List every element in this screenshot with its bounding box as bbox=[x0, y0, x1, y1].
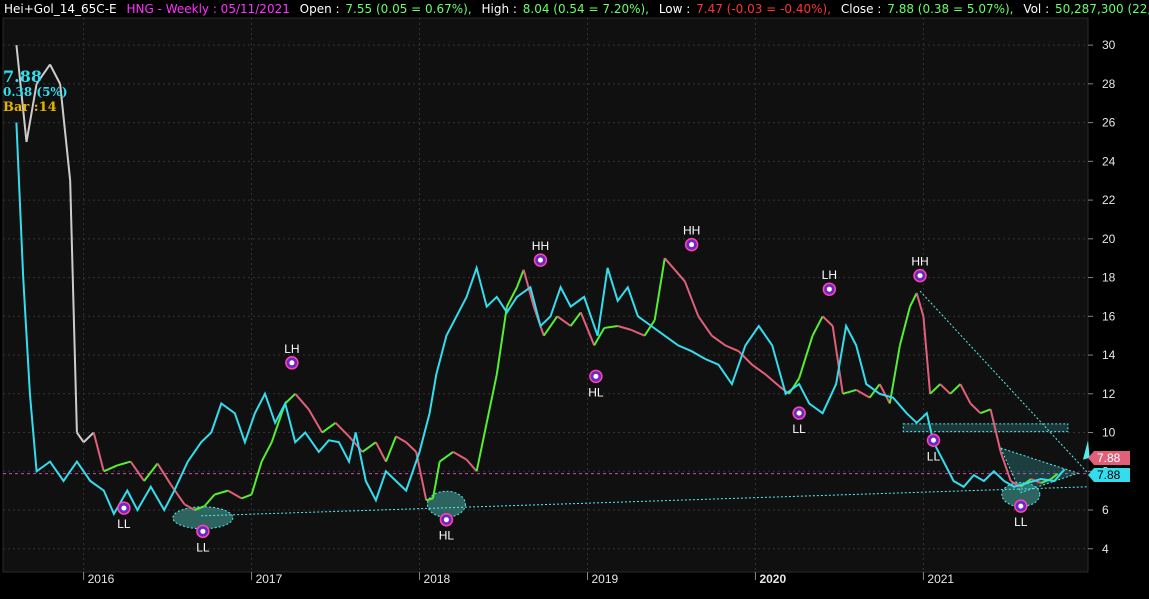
header-high-value: 8.04 (0.54 = 7.20%), bbox=[523, 2, 649, 16]
stock-chart[interactable]: LLLLLHHLHHHLHHLLLHHHLLLL 468101214161820… bbox=[0, 0, 1149, 599]
y-tick-label: 28 bbox=[1102, 77, 1116, 91]
header-low-label: Low : bbox=[659, 2, 691, 16]
x-axis: 2016 2017 2018 2019 2020 2021 bbox=[83, 572, 954, 586]
swing-label: HH bbox=[911, 255, 928, 269]
swing-label: HL bbox=[439, 529, 455, 543]
x-tick-label: 2021 bbox=[927, 572, 954, 586]
y-tick-label: 30 bbox=[1102, 38, 1116, 52]
x-tick-label: 2020 bbox=[759, 572, 786, 586]
swing-label: LH bbox=[284, 342, 299, 356]
y-tick-label: 4 bbox=[1102, 542, 1109, 556]
chart-header: Hei+Gol_14_65C-E HNG - Weekly : 05/11/20… bbox=[4, 2, 1149, 16]
swing-point-dot bbox=[537, 257, 543, 263]
swing-point-dot bbox=[121, 505, 127, 511]
x-tick-label: 2017 bbox=[256, 572, 283, 586]
y-tick-label: 10 bbox=[1102, 426, 1116, 440]
header-vol-value: 50,287,300 (22,414,900 = 80 bbox=[1055, 2, 1149, 16]
x-tick-label: 2019 bbox=[591, 572, 618, 586]
y-tick-label: 16 bbox=[1102, 309, 1116, 323]
swing-label: LH bbox=[822, 268, 837, 282]
header-close-label: Close : bbox=[841, 2, 882, 16]
header-open-value: 7.55 (0.05 = 0.67%), bbox=[345, 2, 471, 16]
swing-point-dot bbox=[593, 373, 599, 379]
overlay-bar-count: Bar :14 bbox=[3, 100, 57, 115]
swing-point-dot bbox=[289, 360, 295, 366]
y-tick-label: 14 bbox=[1102, 348, 1116, 362]
y-tick-label: 6 bbox=[1102, 503, 1109, 517]
header-close-value: 7.88 (0.38 = 5.07%), bbox=[887, 2, 1013, 16]
swing-label: LL bbox=[117, 517, 131, 531]
swing-label: LL bbox=[1014, 515, 1028, 529]
close-price-tag-text: 7.88 bbox=[1097, 451, 1121, 465]
swing-point-dot bbox=[443, 517, 449, 523]
y-tick-label: 26 bbox=[1102, 116, 1116, 130]
header-vol-label: Vol : bbox=[1023, 2, 1049, 16]
swing-point-dot bbox=[796, 410, 802, 416]
swing-point-dot bbox=[826, 286, 832, 292]
header-low-value: 7.47 (-0.03 = -0.40%), bbox=[696, 2, 831, 16]
close-price-tag: 7.88 bbox=[1088, 451, 1130, 465]
x-tick-label: 2018 bbox=[424, 572, 451, 586]
y-tick-label: 18 bbox=[1102, 271, 1116, 285]
header-open-label: Open : bbox=[300, 2, 340, 16]
header-symbol: Hei+Gol_14_65C-E bbox=[4, 2, 117, 16]
plot-area bbox=[2, 17, 1089, 573]
y-tick-label: 20 bbox=[1102, 232, 1116, 246]
y-tick-label: 24 bbox=[1102, 154, 1116, 168]
swing-label: LL bbox=[196, 540, 210, 554]
line-price-tag-text: 7.88 bbox=[1097, 468, 1121, 482]
y-tick-label: 22 bbox=[1102, 193, 1116, 207]
header-title: HNG - Weekly : 05/11/2021 bbox=[126, 2, 289, 16]
swing-point-dot bbox=[689, 242, 695, 248]
swing-label: HH bbox=[532, 239, 549, 253]
line-price-tag: 7.88 bbox=[1088, 468, 1130, 482]
swing-point-dot bbox=[1018, 503, 1024, 509]
swing-label: LL bbox=[927, 449, 941, 463]
swing-label: HH bbox=[683, 224, 700, 238]
swing-label: HL bbox=[588, 385, 604, 399]
x-tick-label: 2016 bbox=[88, 572, 115, 586]
swing-point-dot bbox=[930, 437, 936, 443]
swing-label: LL bbox=[792, 422, 806, 436]
overlay-change: 0.38 (5%) bbox=[3, 85, 68, 99]
swing-point-dot bbox=[917, 273, 923, 279]
swing-point-dot bbox=[200, 528, 206, 534]
overlay-price: 7.88 bbox=[3, 67, 42, 86]
y-tick-label: 12 bbox=[1102, 387, 1116, 401]
header-high-label: High : bbox=[481, 2, 516, 16]
